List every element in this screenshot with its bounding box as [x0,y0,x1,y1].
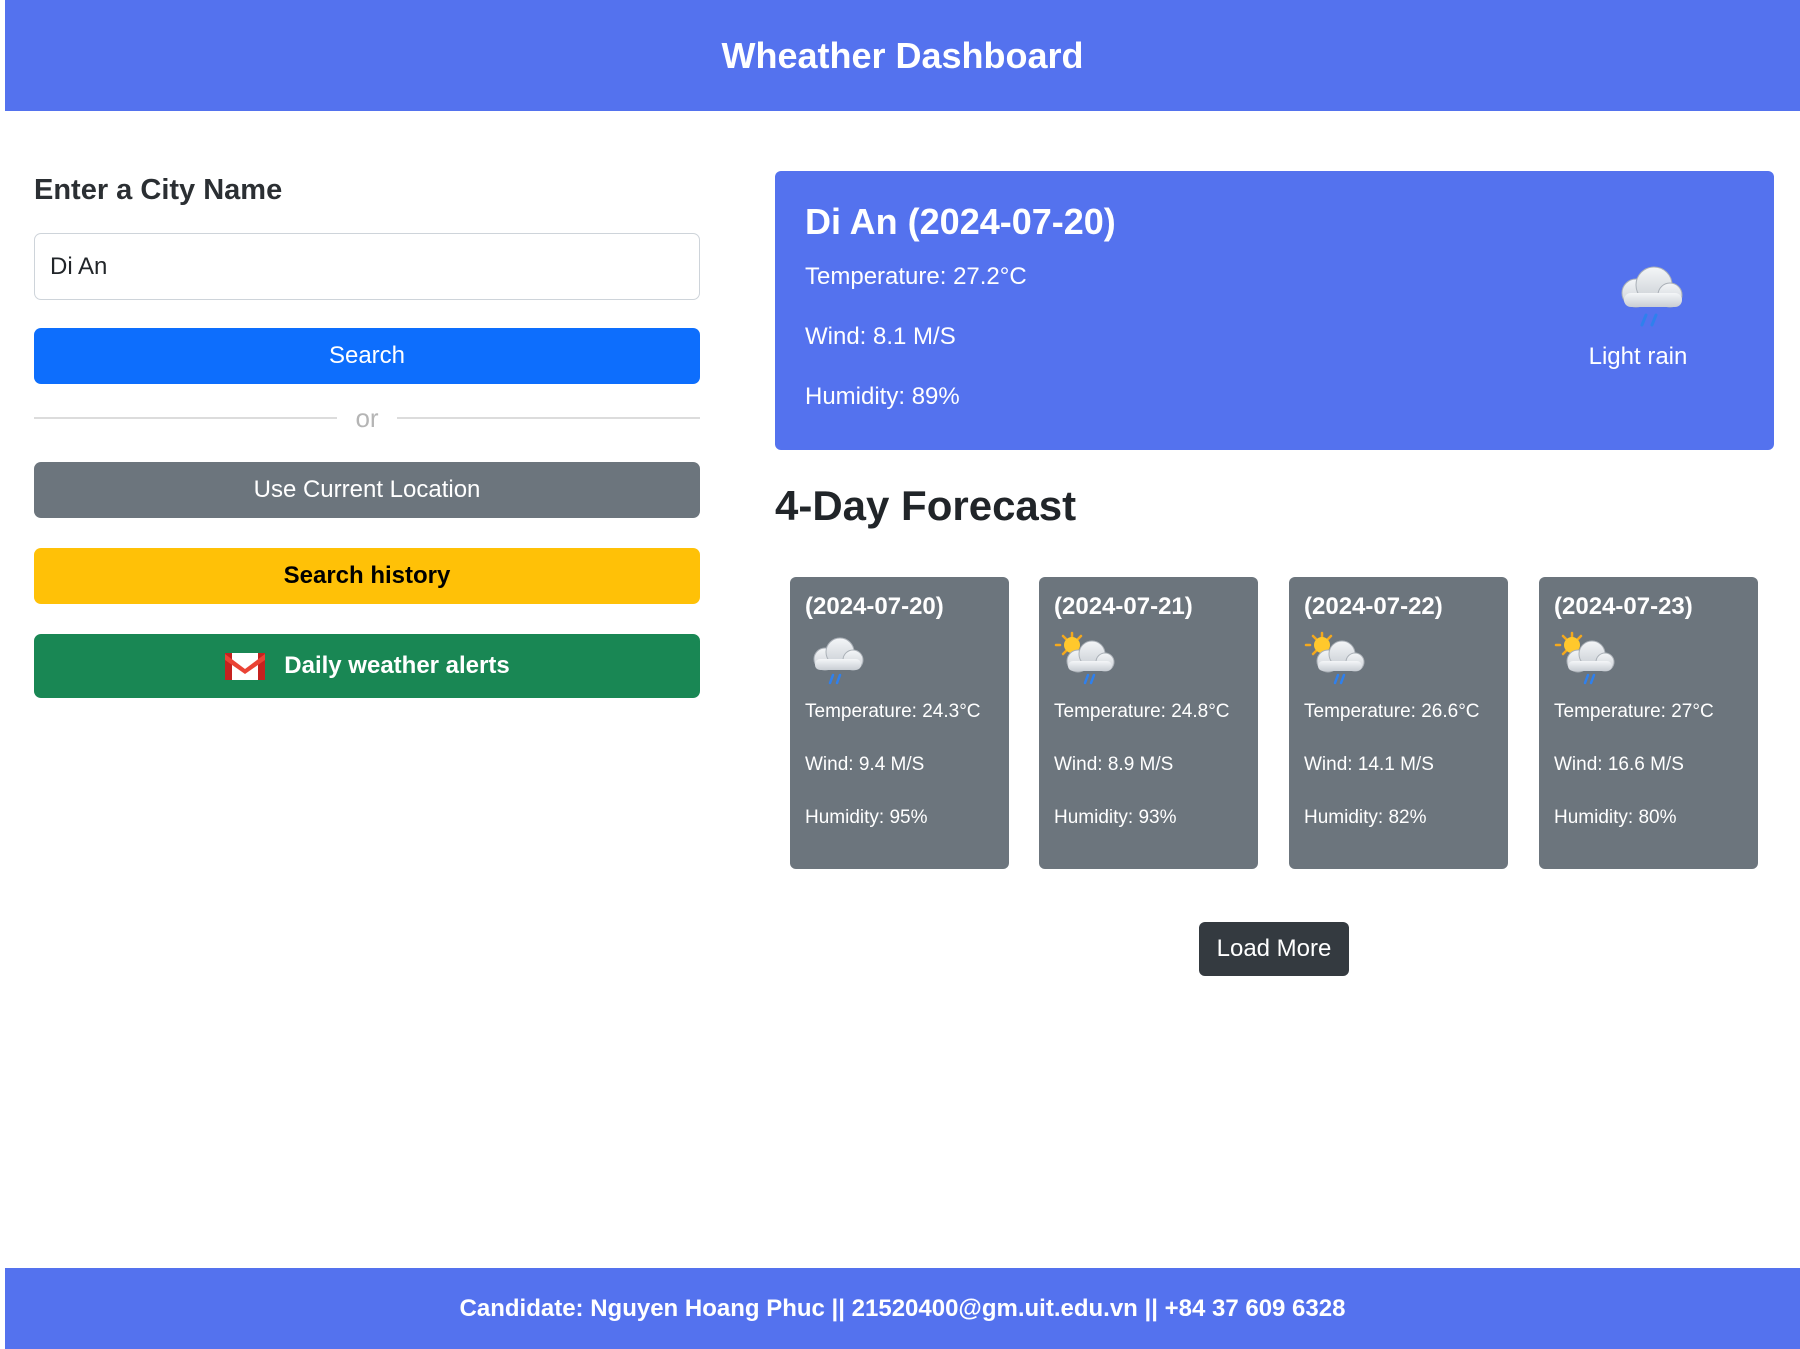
sun-rain-cloud-icon [1304,631,1365,685]
load-more-button[interactable]: Load More [1199,922,1349,976]
rain-cloud-icon [1621,266,1683,327]
footer-bar: Candidate: Nguyen Hoang Phuc || 21520400… [5,1268,1800,1349]
current-humidity: Humidity: 89% [805,383,960,410]
or-text: or [355,402,379,433]
forecast-wind: Wind: 9.4 M/S [805,754,925,775]
daily-weather-alerts-button[interactable]: Daily weather alerts [34,634,700,698]
forecast-temperature: Temperature: 24.3°C [805,701,981,722]
sun-rain-cloud-icon [1554,631,1615,685]
search-history-button[interactable]: Search history [34,548,700,604]
forecast-card: (2024-07-22) Temperature: 26.6°C Wind: 1… [1289,577,1508,869]
forecast-humidity: Humidity: 93% [1054,807,1177,828]
current-weather-description: Light rain [1588,343,1688,370]
use-current-location-button[interactable]: Use Current Location [34,462,700,518]
forecast-temperature: Temperature: 24.8°C [1054,701,1230,722]
forecast-humidity: Humidity: 80% [1554,807,1677,828]
forecast-date: (2024-07-23) [1554,593,1693,620]
divider-line-left [34,417,338,419]
divider-line-right [396,417,700,419]
forecast-wind: Wind: 14.1 M/S [1304,754,1434,775]
forecast-humidity: Humidity: 82% [1304,807,1427,828]
daily-weather-alerts-label: Daily weather alerts [284,652,510,679]
forecast-wind: Wind: 16.6 M/S [1554,754,1684,775]
current-city-title: Di An (2024-07-20) [805,201,1116,242]
forecast-temperature: Temperature: 26.6°C [1304,701,1480,722]
forecast-title: 4-Day Forecast [775,482,1077,529]
page-title: Wheather Dashboard [721,34,1084,76]
forecast-humidity: Humidity: 95% [805,807,928,828]
forecast-card: (2024-07-20) Temperature: 24.3°C Wind: 9… [790,577,1009,869]
sun-rain-cloud-icon [1054,631,1115,685]
gmail-icon [225,653,266,680]
forecast-card: (2024-07-21) Temperature: 24.8°C Wind: 8… [1039,577,1258,869]
forecast-wind: Wind: 8.9 M/S [1054,754,1174,775]
current-temperature: Temperature: 27.2°C [805,263,1027,290]
forecast-date: (2024-07-22) [1304,593,1443,620]
forecast-date: (2024-07-21) [1054,593,1193,620]
current-weather-card: Di An (2024-07-20) Temperature: 27.2°C W… [775,171,1774,450]
search-button[interactable]: Search [34,328,700,384]
forecast-date: (2024-07-20) [805,593,944,620]
city-name-input[interactable] [34,233,700,300]
forecast-card: (2024-07-23) Temperature: 27°C Wind: 16.… [1539,577,1758,869]
search-panel: Enter a City Name Search or Use Current … [34,168,700,698]
or-divider: or [34,400,700,436]
forecast-temperature: Temperature: 27°C [1554,701,1714,722]
rain-cloud-icon [813,637,864,685]
header-bar: Wheather Dashboard [5,0,1800,111]
footer-candidate-info: Candidate: Nguyen Hoang Phuc || 21520400… [459,1294,1346,1322]
current-wind: Wind: 8.1 M/S [805,323,956,350]
city-name-label: Enter a City Name [34,174,283,206]
